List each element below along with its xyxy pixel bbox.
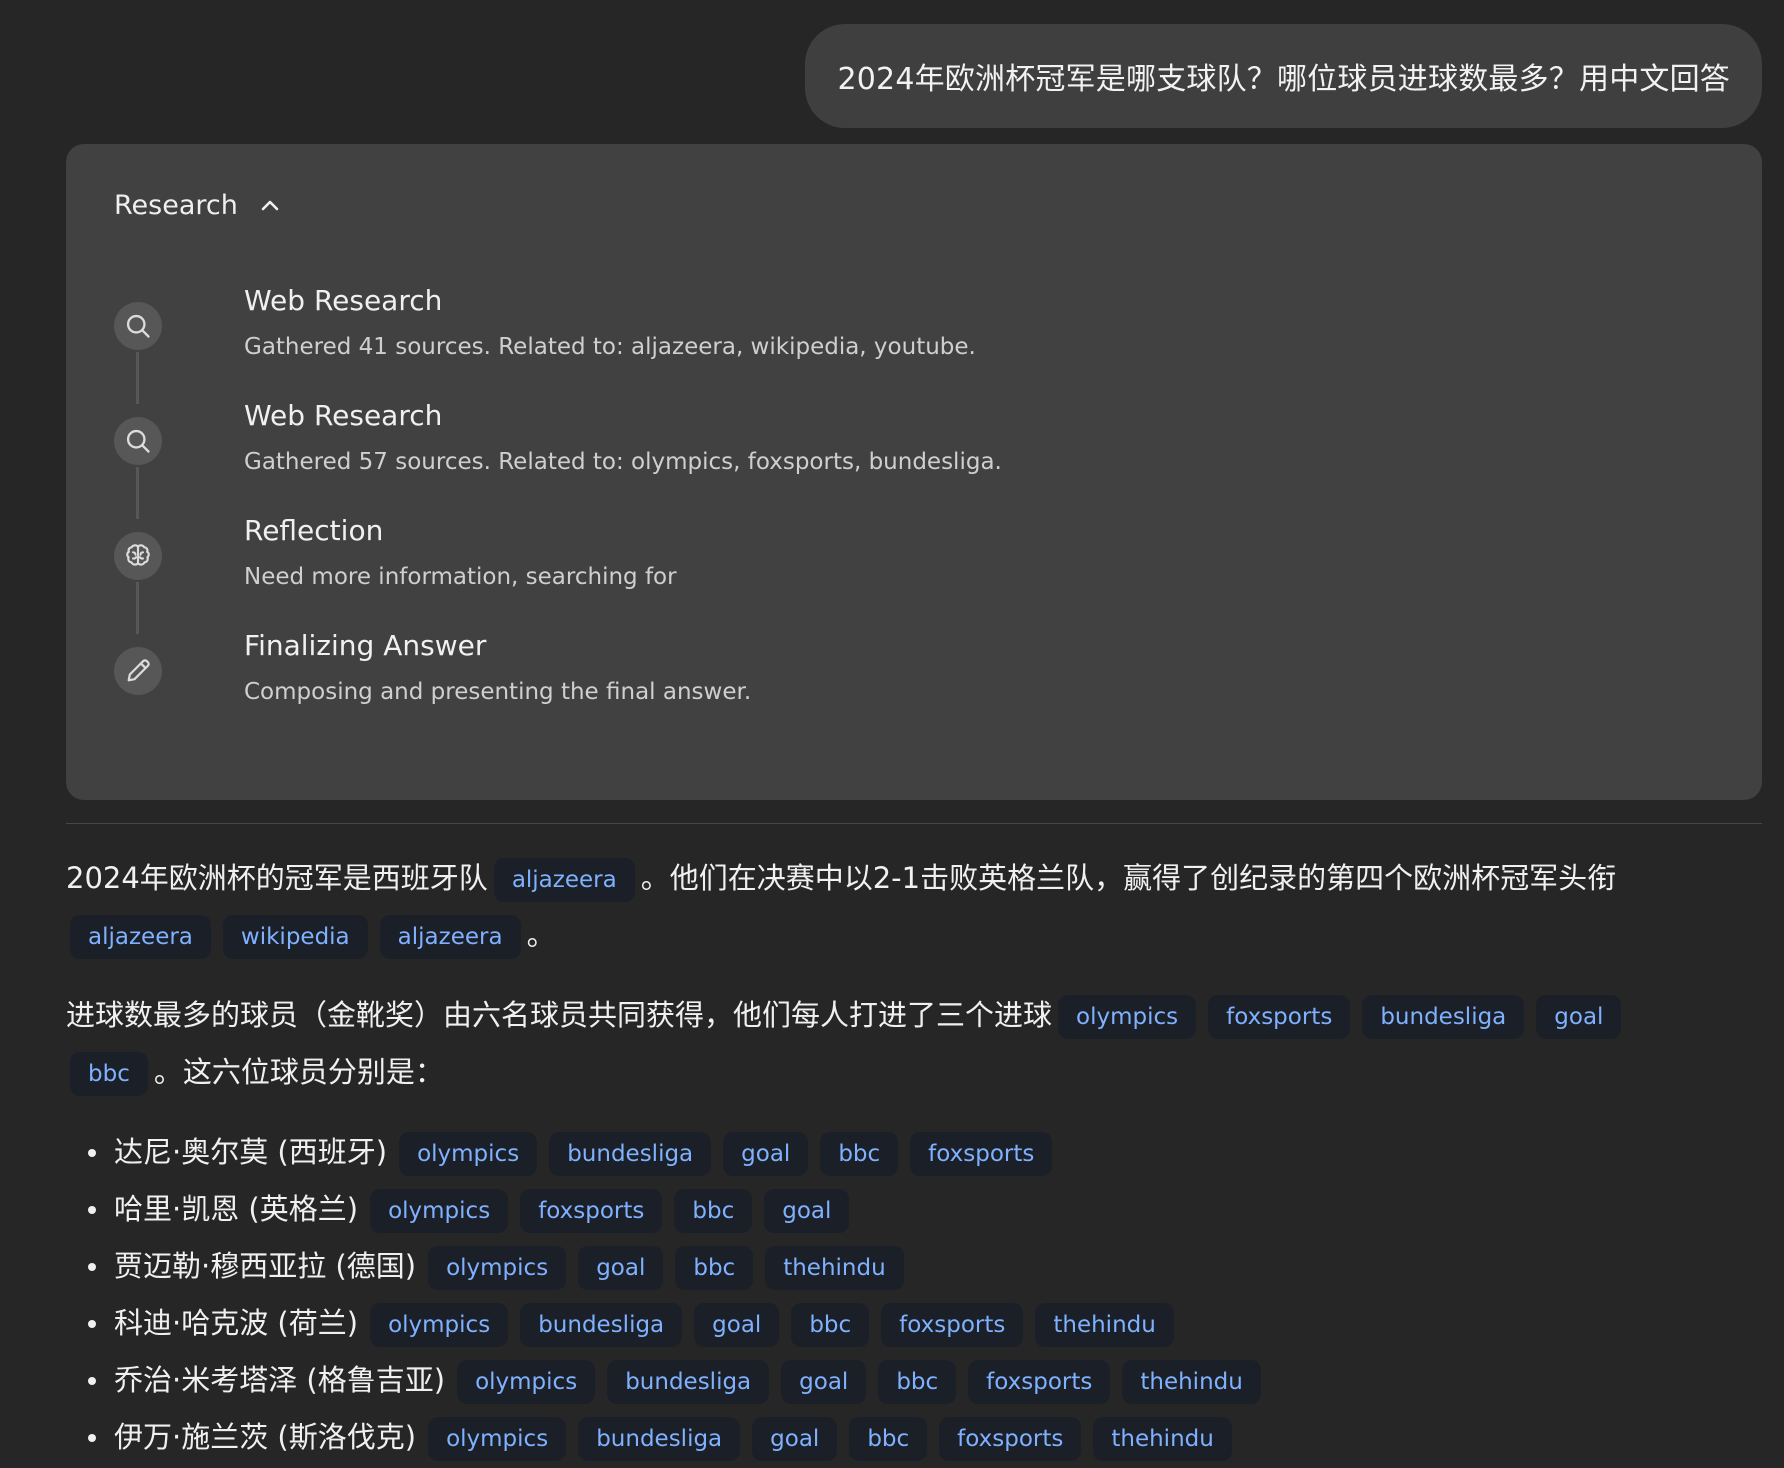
answer-paragraph: 2024年欧洲杯的冠军是西班牙队 aljazeera 。他们在决赛中以2-1击败英格… bbox=[66, 850, 1762, 964]
research-step: Web Research Gathered 41 sources. Relate… bbox=[114, 284, 1714, 407]
step-description: Gathered 57 sources. Related to: olympic… bbox=[244, 449, 1002, 475]
research-step: Web Research Gathered 57 sources. Relate… bbox=[114, 399, 1714, 522]
user-message-text: 2024年欧洲杯冠军是哪支球队？哪位球员进球数最多？用中文回答 bbox=[837, 62, 1730, 97]
source-chip[interactable]: olympics bbox=[370, 1189, 509, 1233]
search-icon bbox=[114, 417, 162, 465]
step-title: Web Research bbox=[244, 284, 443, 317]
source-chip[interactable]: bbc bbox=[791, 1303, 870, 1347]
source-chip[interactable]: bundesliga bbox=[607, 1360, 770, 1404]
source-chip[interactable]: aljazeera bbox=[379, 915, 521, 959]
source-chip[interactable]: olympics bbox=[428, 1246, 567, 1290]
player-name: 伊万·施兰茨 (斯洛伐克) bbox=[114, 1420, 417, 1454]
list-item: 贾迈勒·穆西亚拉 (德国) olympics goal bbc thehindu bbox=[66, 1238, 1762, 1295]
step-description: Gathered 41 sources. Related to: aljazee… bbox=[244, 334, 976, 360]
list-item: 达尼·奥尔莫 (西班牙) olympics bundesliga goal bbc fox… bbox=[66, 1124, 1762, 1181]
answer-text: 进球数最多的球员（金靴奖）由六名球员共同获得，他们每人打进了三个进球 bbox=[66, 998, 1053, 1032]
source-chip[interactable]: bundesliga bbox=[578, 1417, 741, 1461]
source-chip[interactable]: goal bbox=[694, 1303, 780, 1347]
source-chip[interactable]: bbc bbox=[878, 1360, 957, 1404]
step-title: Finalizing Answer bbox=[244, 629, 487, 662]
step-description: Composing and presenting the final answe… bbox=[244, 679, 752, 705]
source-chip[interactable]: foxsports bbox=[520, 1189, 663, 1233]
source-chip[interactable]: thehindu bbox=[1093, 1417, 1232, 1461]
source-chip[interactable]: thehindu bbox=[1122, 1360, 1261, 1404]
source-chip[interactable]: olympics bbox=[370, 1303, 509, 1347]
player-list: 达尼·奥尔莫 (西班牙) olympics bundesliga goal bbc fox… bbox=[66, 1124, 1762, 1466]
list-item: 乔治·米考塔泽 (格鲁吉亚) olympics bundesliga goal bbc f… bbox=[66, 1352, 1762, 1409]
step-title: Web Research bbox=[244, 399, 443, 432]
source-chip[interactable]: foxsports bbox=[881, 1303, 1024, 1347]
research-title: Research bbox=[114, 190, 238, 221]
list-item: 科迪·哈克波 (荷兰) olympics bundesliga goal bbc foxs… bbox=[66, 1295, 1762, 1352]
source-chip[interactable]: foxsports bbox=[939, 1417, 1082, 1461]
chevron-up-icon bbox=[261, 200, 279, 210]
research-panel: Research Web Research Gathered 41 source… bbox=[66, 144, 1762, 800]
source-chip[interactable]: olympics bbox=[457, 1360, 596, 1404]
assistant-answer: 2024年欧洲杯的冠军是西班牙队 aljazeera 。他们在决赛中以2-1击败英格… bbox=[66, 850, 1762, 1466]
list-item: 哈里·凯恩 (英格兰) olympics foxsports bbc goal bbox=[66, 1181, 1762, 1238]
source-chip[interactable]: bbc bbox=[820, 1132, 899, 1176]
source-chip[interactable]: wikipedia bbox=[222, 915, 368, 959]
answer-text: 。 bbox=[526, 918, 556, 952]
step-description: Need more information, searching for bbox=[244, 564, 677, 590]
source-chip[interactable]: foxsports bbox=[910, 1132, 1053, 1176]
chat-page: 2024年欧洲杯冠军是哪支球队？哪位球员进球数最多？用中文回答 Research… bbox=[0, 0, 1784, 1468]
player-name: 哈里·凯恩 (英格兰) bbox=[114, 1192, 359, 1226]
list-item: 伊万·施兰茨 (斯洛伐克) olympics bundesliga goal bbc fo… bbox=[66, 1409, 1762, 1466]
pencil-icon bbox=[114, 647, 162, 695]
research-toggle[interactable]: Research bbox=[114, 190, 282, 221]
player-name: 贾迈勒·穆西亚拉 (德国) bbox=[114, 1249, 417, 1283]
source-chip[interactable]: aljazeera bbox=[493, 858, 635, 902]
source-chip[interactable]: foxsports bbox=[1208, 995, 1351, 1039]
source-chip[interactable]: bbc bbox=[849, 1417, 928, 1461]
research-step: Finalizing Answer Composing and presenti… bbox=[114, 629, 1714, 752]
research-timeline: Web Research Gathered 41 sources. Relate… bbox=[114, 284, 1714, 752]
source-chip[interactable]: goal bbox=[752, 1417, 838, 1461]
source-chip[interactable]: olympics bbox=[399, 1132, 538, 1176]
timeline-connector bbox=[136, 352, 139, 404]
brain-icon bbox=[114, 532, 162, 580]
source-chip[interactable]: goal bbox=[781, 1360, 867, 1404]
source-chip[interactable]: bundesliga bbox=[549, 1132, 712, 1176]
user-message-bubble: 2024年欧洲杯冠军是哪支球队？哪位球员进球数最多？用中文回答 bbox=[805, 24, 1762, 128]
source-chip[interactable]: aljazeera bbox=[70, 915, 211, 959]
source-chip[interactable]: thehindu bbox=[1035, 1303, 1174, 1347]
timeline-connector bbox=[136, 467, 139, 519]
source-chip[interactable]: goal bbox=[723, 1132, 809, 1176]
timeline-connector bbox=[136, 582, 139, 634]
answer-paragraph: 进球数最多的球员（金靴奖）由六名球员共同获得，他们每人打进了三个进球 olympi… bbox=[66, 987, 1762, 1101]
source-chip[interactable]: bbc bbox=[70, 1052, 148, 1096]
search-icon bbox=[114, 302, 162, 350]
source-chip[interactable]: goal bbox=[1536, 995, 1622, 1039]
source-chip[interactable]: goal bbox=[764, 1189, 850, 1233]
step-title: Reflection bbox=[244, 514, 384, 547]
source-chip[interactable]: thehindu bbox=[765, 1246, 904, 1290]
source-chip[interactable]: bundesliga bbox=[1362, 995, 1525, 1039]
research-step: Reflection Need more information, search… bbox=[114, 514, 1714, 637]
answer-text: 2024年欧洲杯的冠军是西班牙队 bbox=[66, 861, 488, 895]
player-name: 达尼·奥尔莫 (西班牙) bbox=[114, 1135, 388, 1169]
player-name: 科迪·哈克波 (荷兰) bbox=[114, 1306, 359, 1340]
player-name: 乔治·米考塔泽 (格鲁吉亚) bbox=[114, 1363, 446, 1397]
source-chip[interactable]: olympics bbox=[1058, 995, 1197, 1039]
source-chip[interactable]: foxsports bbox=[968, 1360, 1111, 1404]
source-chip[interactable]: goal bbox=[578, 1246, 664, 1290]
section-divider bbox=[66, 823, 1762, 824]
answer-text: 。他们在决赛中以2-1击败英格兰队，赢得了创纪录的第四个欧洲杯冠军头衔 bbox=[640, 861, 1617, 895]
source-chip[interactable]: bbc bbox=[675, 1246, 754, 1290]
source-chip[interactable]: olympics bbox=[428, 1417, 567, 1461]
source-chip[interactable]: bundesliga bbox=[520, 1303, 683, 1347]
answer-text: 。这六位球员分别是： bbox=[153, 1055, 444, 1089]
source-chip[interactable]: bbc bbox=[674, 1189, 753, 1233]
